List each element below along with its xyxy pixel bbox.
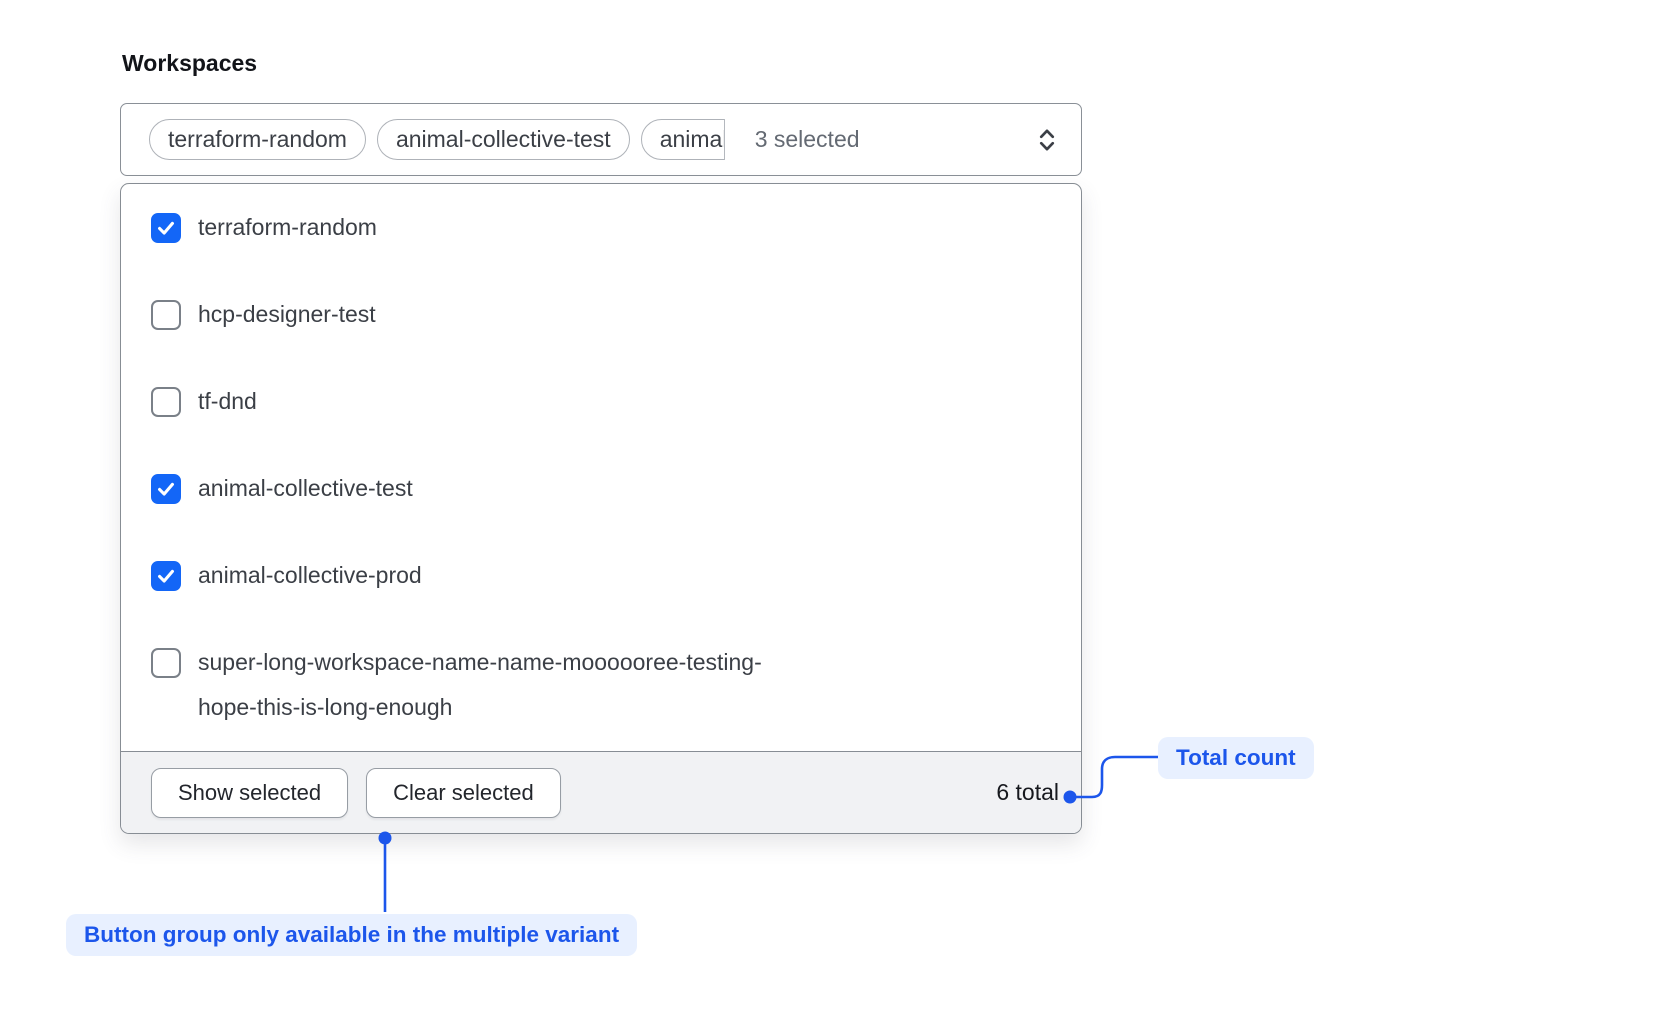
total-count-text: 6 total: [996, 779, 1059, 806]
listbox-option[interactable]: animal-collective-test: [121, 445, 1081, 532]
checkmark-icon: [155, 478, 177, 500]
option-label: hcp-designer-test: [198, 292, 376, 337]
option-checkbox[interactable]: [151, 387, 181, 417]
option-label: tf-dnd: [198, 379, 257, 424]
show-selected-button[interactable]: Show selected: [151, 768, 348, 818]
listbox-option[interactable]: tf-dnd: [121, 358, 1081, 445]
options-list: terraform-random hcp-designer-test tf-dn…: [121, 184, 1081, 751]
selected-tag[interactable]: terraform-random: [149, 119, 366, 160]
workspaces-field-label: Workspaces: [122, 50, 257, 77]
listbox-footer: Show selected Clear selected 6 total: [121, 751, 1081, 833]
listbox-option[interactable]: terraform-random: [121, 184, 1081, 271]
option-checkbox[interactable]: [151, 561, 181, 591]
listbox-option[interactable]: animal-collective-prod: [121, 532, 1081, 619]
option-label: terraform-random: [198, 205, 377, 250]
listbox-option[interactable]: hcp-designer-test: [121, 271, 1081, 358]
total-count-annotation: Total count: [1158, 737, 1314, 779]
button-group-connector-line: [371, 828, 399, 916]
total-count-connector-line: [1056, 746, 1166, 808]
multiselect-trigger[interactable]: terraform-random animal-collective-test …: [120, 103, 1082, 176]
selected-count-text: 3 selected: [755, 126, 860, 153]
option-label: animal-collective-prod: [198, 553, 422, 598]
checkmark-icon: [155, 565, 177, 587]
chevrons-unfold-icon: [1033, 125, 1061, 155]
button-group-annotation: Button group only available in the multi…: [66, 914, 637, 956]
selected-tag-clipped-wrapper: animal-collective-prod: [641, 119, 725, 160]
option-checkbox[interactable]: [151, 474, 181, 504]
superselect-demo: Workspaces terraform-random animal-colle…: [0, 0, 1672, 1024]
checkmark-icon: [155, 217, 177, 239]
selected-tag[interactable]: animal-collective-prod: [641, 119, 725, 160]
clear-selected-button[interactable]: Clear selected: [366, 768, 561, 818]
option-label: animal-collective-test: [198, 466, 413, 511]
option-checkbox[interactable]: [151, 213, 181, 243]
option-label: super-long-workspace-name-name-moooooree…: [198, 640, 818, 730]
option-checkbox[interactable]: [151, 300, 181, 330]
workspaces-listbox: terraform-random hcp-designer-test tf-dn…: [120, 183, 1082, 834]
selected-tag[interactable]: animal-collective-test: [377, 119, 630, 160]
option-checkbox[interactable]: [151, 648, 181, 678]
listbox-option[interactable]: super-long-workspace-name-name-moooooree…: [121, 619, 1081, 751]
